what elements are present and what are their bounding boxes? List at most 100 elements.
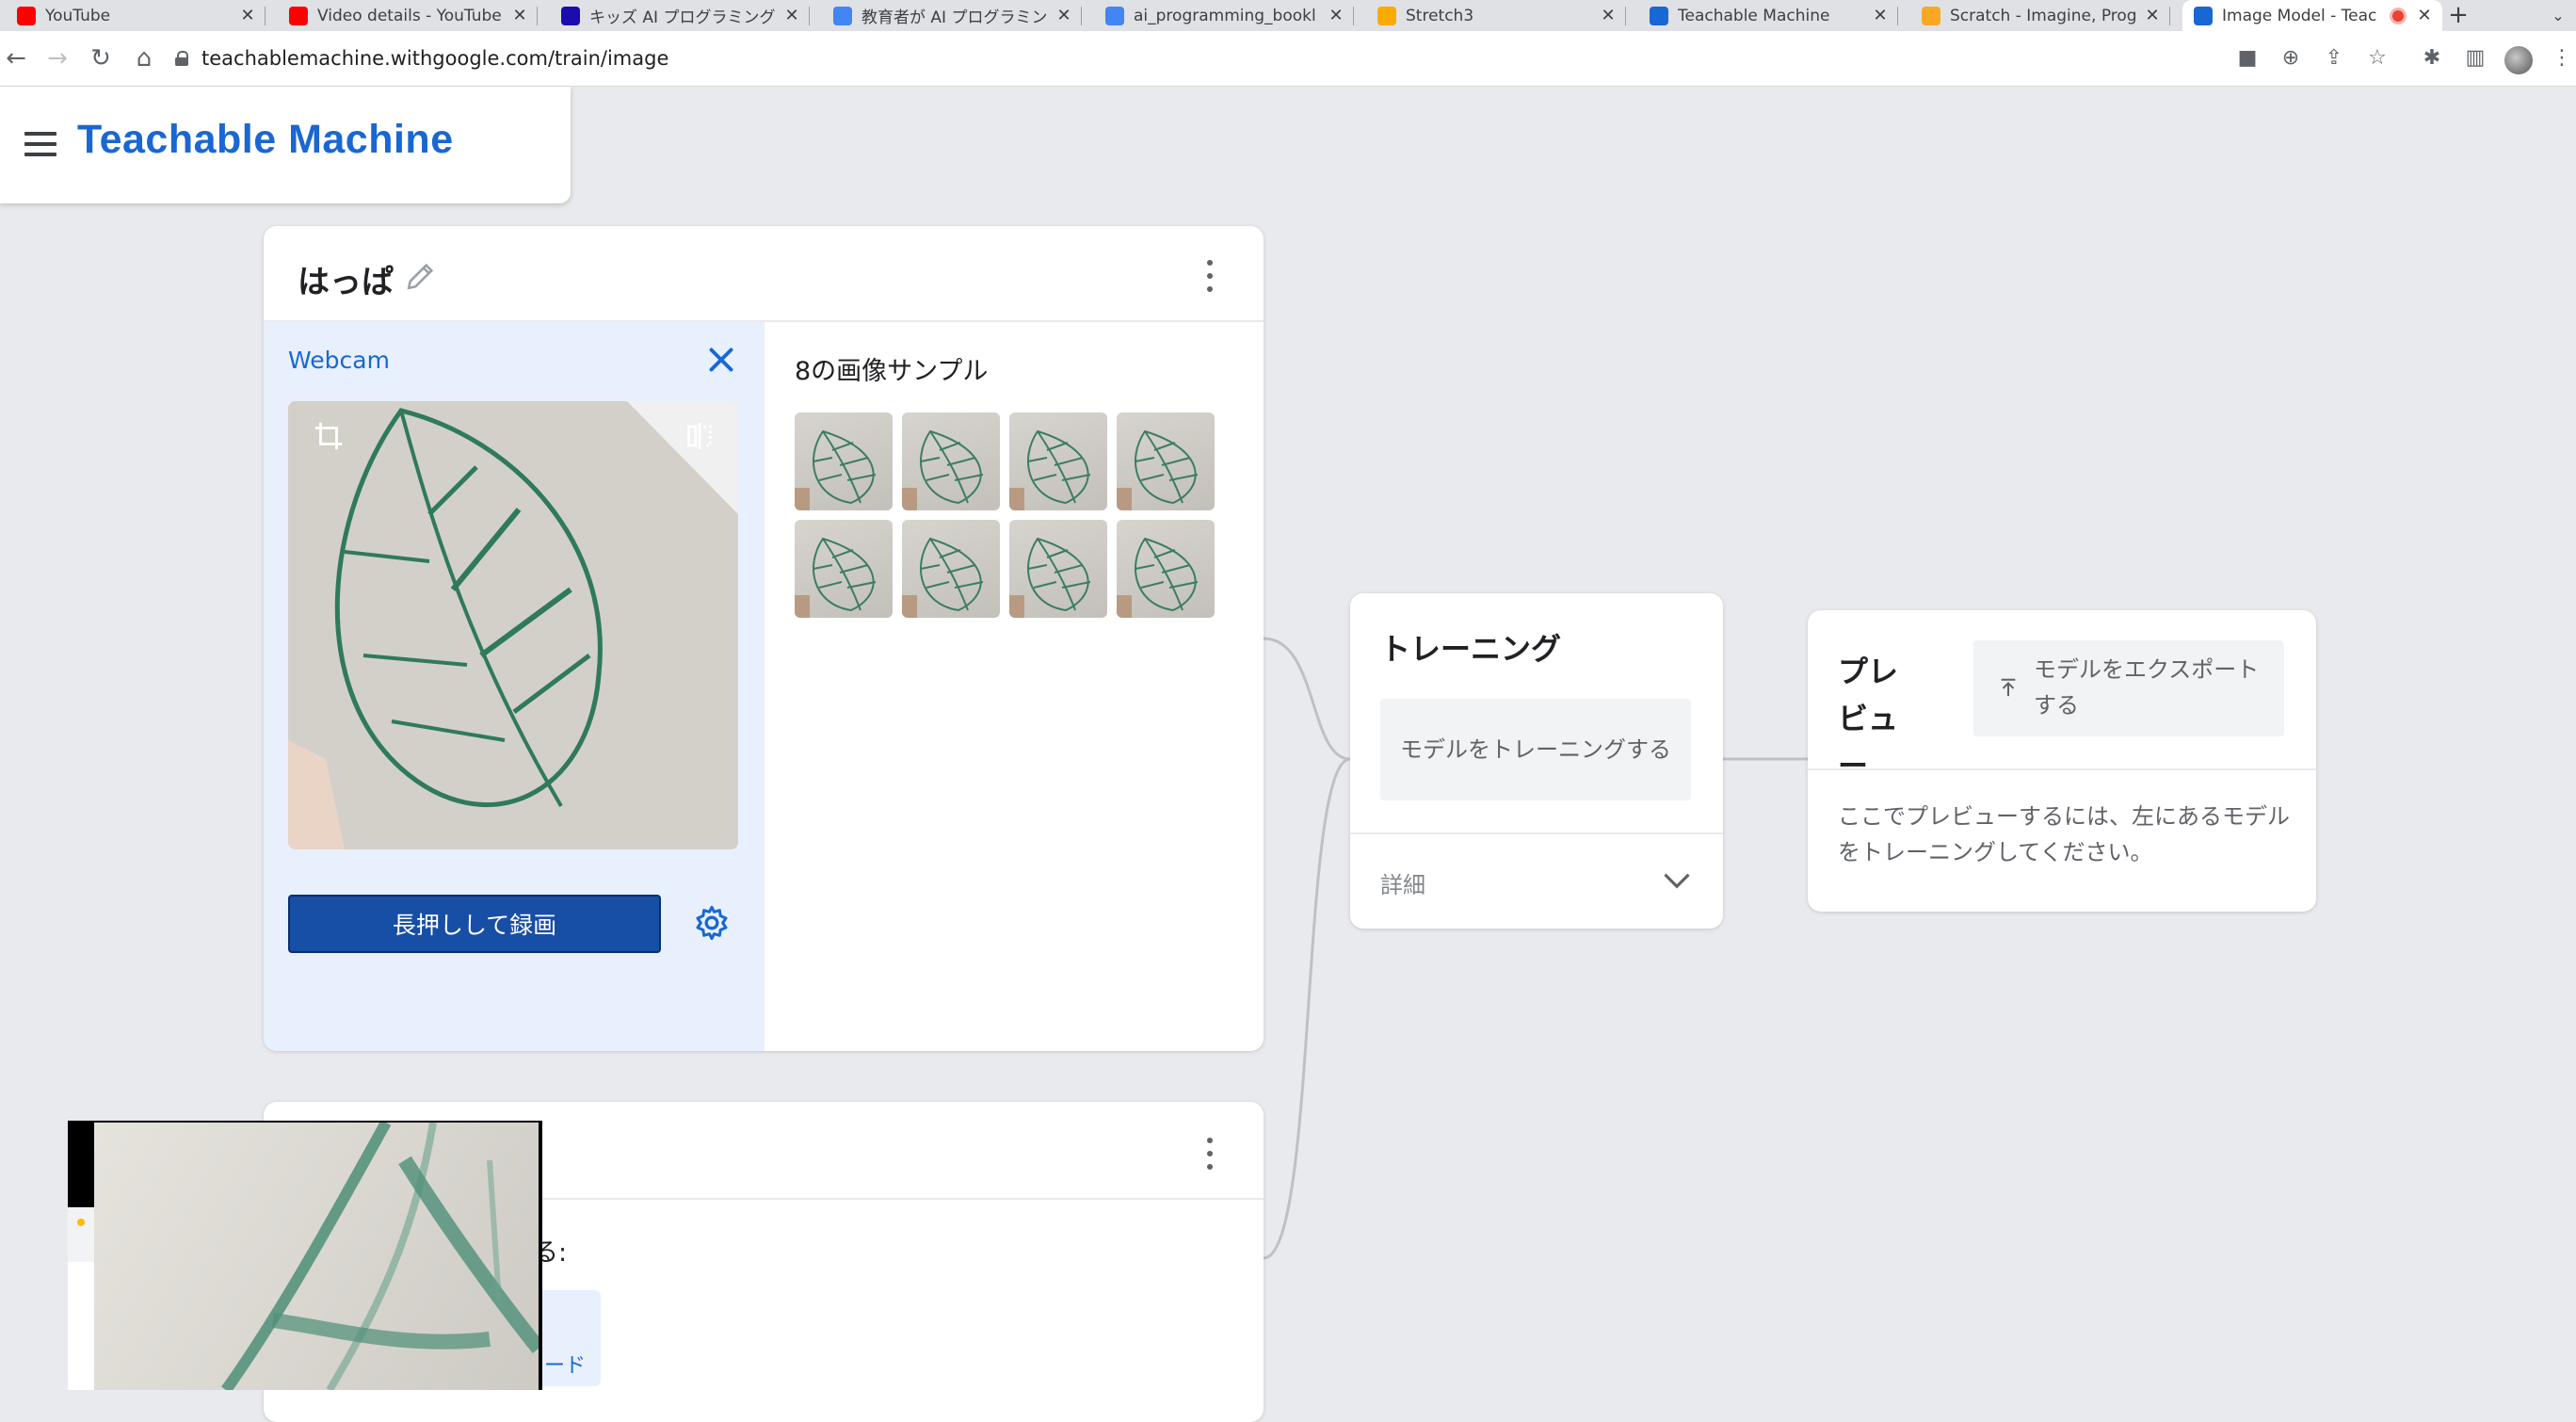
reload-icon[interactable]: ↻ (85, 42, 117, 74)
edit-pencil-icon[interactable] (405, 260, 437, 292)
address-bar[interactable]: teachablemachine.withgoogle.com/train/im… (175, 39, 2199, 78)
zoom-icon[interactable]: ⊕ (2277, 44, 2305, 73)
browser-tab[interactable]: Video details - YouTube ✕ (278, 0, 538, 31)
profile-avatar[interactable] (2504, 46, 2533, 74)
google-icon (833, 6, 852, 25)
google-icon (1105, 6, 1124, 25)
close-tab-icon[interactable]: ✕ (2142, 6, 2163, 25)
export-model-label: モデルをエクスポートする (2034, 656, 2260, 719)
extensions-icon[interactable]: ✱ (2418, 44, 2446, 73)
stretch-icon (1377, 6, 1396, 25)
share-icon[interactable]: ⇪ (2320, 44, 2348, 73)
camera-closeup (94, 1123, 539, 1390)
webcam-panel: Webcam 長押しして録画 (264, 322, 765, 1051)
bookmark-star-icon[interactable]: ☆ (2363, 44, 2391, 73)
forward-icon[interactable]: → (41, 42, 73, 74)
tab-separator (537, 7, 538, 25)
url-text: teachablemachine.withgoogle.com/train/im… (201, 47, 669, 70)
sample-thumbnail[interactable] (902, 412, 1000, 510)
tab-title: Video details - YouTube (317, 6, 502, 25)
menu-icon[interactable] (24, 132, 56, 156)
browser-tab[interactable]: 教育者が AI プログラミン ✕ (822, 0, 1082, 31)
tab-separator (1081, 7, 1082, 25)
tm-icon (1650, 6, 1668, 25)
tab-search-icon[interactable]: ⌄ (2546, 0, 2570, 31)
tab-title: Scratch - Imagine, Prog (1950, 6, 2137, 25)
tm-icon (2194, 6, 2213, 25)
tab-separator (265, 7, 266, 25)
class-options-icon-2[interactable] (1205, 1138, 1215, 1170)
preview-message: ここでプレビューするには、左にあるモデルをトレーニングしてください。 (1838, 803, 2290, 865)
close-tab-icon[interactable]: ✕ (237, 6, 258, 25)
sample-thumbnail[interactable] (1117, 412, 1215, 510)
samples-title: 8の画像サンプル (795, 357, 989, 386)
tab-title: Teachable Machine (1678, 6, 1830, 25)
crop-icon[interactable] (313, 420, 345, 452)
train-model-button[interactable]: モデルをトレーニングする (1380, 699, 1691, 800)
tab-separator (1353, 7, 1354, 25)
youtube-icon (17, 6, 36, 25)
browser-tab[interactable]: Scratch - Imagine, Prog ✕ (1910, 0, 2170, 31)
webcam-title: Webcam (288, 347, 390, 374)
browser-tab[interactable]: Image Model - Teac ✕ (2182, 0, 2442, 31)
divider (1350, 832, 1723, 834)
browser-menu-icon[interactable]: ⋮ (2552, 44, 2572, 73)
browser-tab[interactable]: Teachable Machine ✕ (1638, 0, 1898, 31)
doc-icon (561, 6, 580, 25)
tab-title: ai_programming_bookl (1134, 6, 1316, 25)
app-title[interactable]: Teachable Machine (77, 117, 454, 163)
lock-icon (175, 51, 188, 66)
tab-title: YouTube (45, 6, 111, 25)
browser-tab[interactable]: YouTube ✕ (6, 0, 266, 31)
tab-title: キッズ AI プログラミング (589, 8, 776, 27)
leaf-drawing (288, 401, 738, 849)
close-tab-icon[interactable]: ✕ (1598, 6, 1618, 25)
tab-title: Image Model - Teac (2222, 6, 2377, 25)
sample-thumbnail[interactable] (795, 412, 893, 510)
webcam-feed (288, 401, 738, 849)
class-name[interactable]: はっぱ (298, 256, 394, 302)
status-dot (77, 1219, 85, 1226)
close-icon[interactable] (704, 343, 738, 377)
new-tab-button[interactable]: + (2444, 0, 2472, 31)
chevron-down-icon[interactable] (1663, 872, 1691, 889)
overlay-sidebar-strip (68, 1207, 94, 1262)
export-model-button[interactable]: モデルをエクスポートする (1973, 640, 2284, 736)
settings-gear-icon[interactable] (693, 904, 731, 942)
side-panel-icon[interactable]: ▥ (2461, 44, 2489, 73)
sample-thumbnail[interactable] (1117, 520, 1215, 618)
browser-tab[interactable]: Stretch3 ✕ (1366, 0, 1626, 31)
back-icon[interactable]: ← (0, 42, 32, 74)
sample-thumbnail[interactable] (1009, 412, 1107, 510)
class-header: はっぱ (264, 226, 1264, 322)
sample-thumbnails (795, 412, 1228, 618)
hold-to-record-button[interactable]: 長押しして録画 (288, 895, 661, 953)
close-tab-icon[interactable]: ✕ (781, 6, 802, 25)
close-tab-icon[interactable]: ✕ (1870, 6, 1891, 25)
browser-tab[interactable]: キッズ AI プログラミング ✕ (550, 0, 810, 31)
sample-thumbnail[interactable] (795, 520, 893, 618)
close-tab-icon[interactable]: ✕ (1326, 6, 1346, 25)
class-card: はっぱ Webcam 長押しして録画 8の画像サンプル (264, 226, 1264, 1051)
training-title: トレーニング (1380, 631, 1562, 667)
close-tab-icon[interactable]: ✕ (1054, 6, 1074, 25)
tab-title: 教育者が AI プログラミン (861, 8, 1048, 27)
preview-card: プレビュー モデルをエクスポートする ここでプレビューするには、左にあるモデルを… (1808, 610, 2316, 912)
scratch-icon (1922, 6, 1940, 25)
close-tab-icon[interactable]: ✕ (2414, 6, 2435, 25)
advanced-toggle-label[interactable]: 詳細 (1380, 866, 1425, 899)
home-icon[interactable]: ⌂ (128, 42, 160, 74)
samples-panel: 8の画像サンプル (765, 322, 1264, 1051)
sample-thumbnail[interactable] (902, 520, 1000, 618)
camera-in-use-icon[interactable]: ■ (2233, 44, 2262, 73)
camera-overlay (68, 1121, 542, 1390)
class-options-icon[interactable] (1205, 260, 1215, 292)
recording-indicator-icon (2390, 7, 2407, 24)
training-card: トレーニング モデルをトレーニングする 詳細 (1350, 593, 1723, 929)
youtube-icon (289, 6, 308, 25)
sample-thumbnail[interactable] (1009, 520, 1107, 618)
browser-tab[interactable]: ai_programming_bookl ✕ (1094, 0, 1354, 31)
close-tab-icon[interactable]: ✕ (509, 6, 530, 25)
leaf-closeup-drawing (221, 1123, 539, 1390)
flip-camera-icon[interactable] (684, 420, 716, 452)
